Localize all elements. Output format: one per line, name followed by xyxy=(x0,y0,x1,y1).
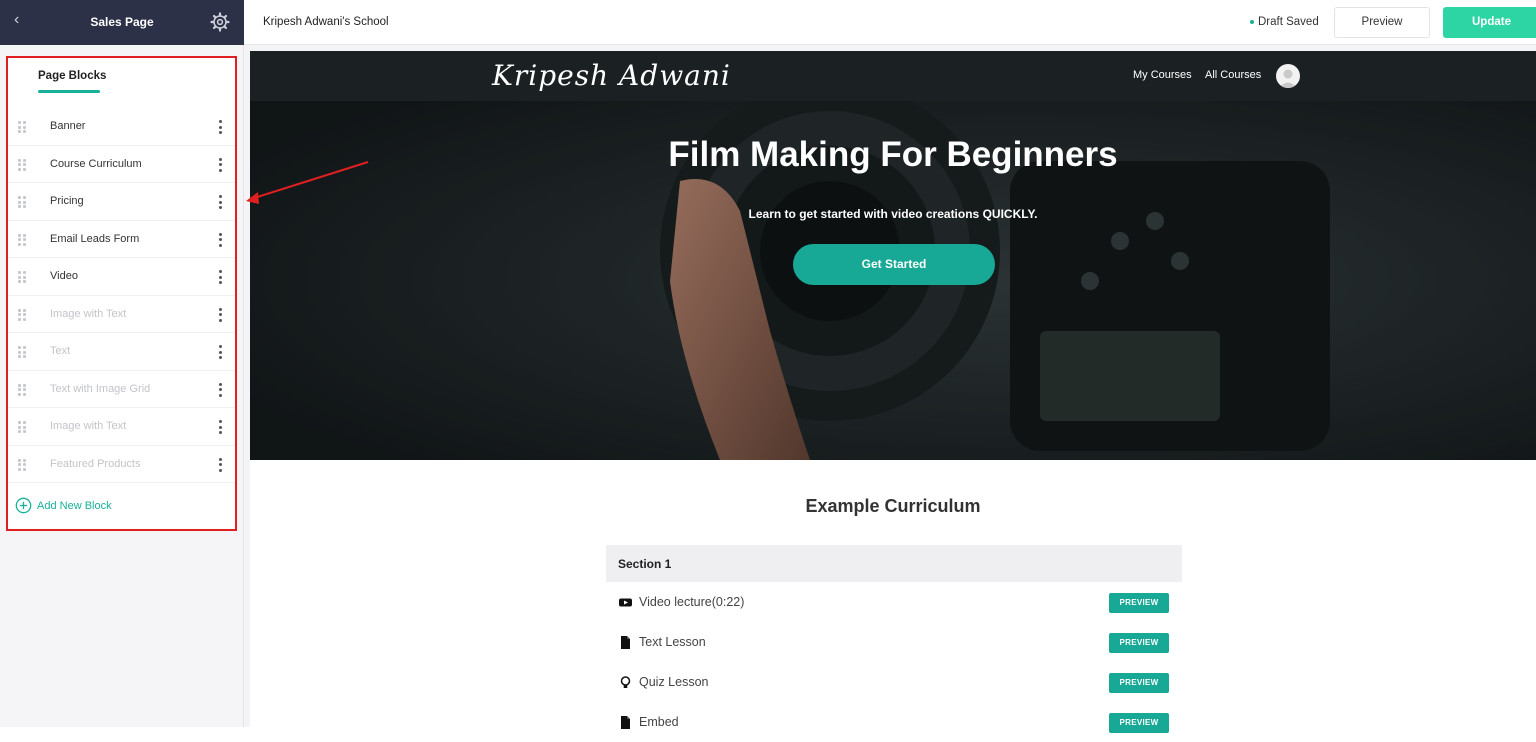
lesson-row[interactable]: Video lecture(0:22) PREVIEW xyxy=(606,582,1182,622)
drag-handle-icon[interactable] xyxy=(18,458,28,471)
lesson-title: Video lecture(0:22) xyxy=(639,595,745,609)
drag-handle-icon[interactable] xyxy=(18,346,28,358)
more-options-icon[interactable] xyxy=(216,307,226,323)
block-item[interactable]: Course Curriculum xyxy=(8,146,235,183)
block-item[interactable]: Image with Text xyxy=(8,408,235,446)
draft-status: Draft Saved xyxy=(1250,16,1319,28)
school-name: Kripesh Adwani's School xyxy=(263,16,389,28)
status-dot-icon xyxy=(1250,19,1254,24)
curriculum-title: Example Curriculum xyxy=(805,496,981,516)
section-header[interactable]: Section 1 xyxy=(606,545,1182,582)
block-item[interactable]: Image with Text xyxy=(8,296,235,333)
lesson-preview-button[interactable]: PREVIEW xyxy=(1109,633,1169,653)
block-item[interactable]: Text xyxy=(8,333,235,371)
top-bar: Kripesh Adwani's School Draft Saved Prev… xyxy=(244,0,1536,45)
update-button[interactable]: Update xyxy=(1443,7,1536,38)
hero-subtitle: Learn to get started with video creation… xyxy=(748,207,1038,221)
more-options-icon[interactable] xyxy=(216,457,226,473)
site-navbar: Kripesh Adwani My Courses All Courses xyxy=(250,51,1536,101)
sidebar-header: ‹ Sales Page xyxy=(0,0,244,45)
sidebar-title: Sales Page xyxy=(90,15,154,29)
lesson-row[interactable]: Text Lesson PREVIEW xyxy=(606,622,1182,662)
lesson-preview-button[interactable]: PREVIEW xyxy=(1109,593,1169,613)
block-item[interactable]: Pricing xyxy=(8,183,235,221)
drag-handle-icon[interactable] xyxy=(18,196,28,208)
more-options-icon[interactable] xyxy=(216,344,226,360)
draft-status-label: Draft Saved xyxy=(1258,16,1319,28)
more-options-icon[interactable] xyxy=(216,194,226,210)
block-item[interactable]: Video xyxy=(8,258,235,296)
block-item[interactable]: Email Leads Form xyxy=(8,221,235,258)
lightbulb-icon xyxy=(619,676,632,689)
block-label: Banner xyxy=(50,120,86,132)
more-options-icon[interactable] xyxy=(216,119,226,135)
block-label: Image with Text xyxy=(50,307,127,320)
more-options-icon[interactable] xyxy=(216,232,226,248)
blocks-list: Banner Course Curriculum Pricing Email Lead… xyxy=(8,108,235,483)
active-tab-indicator xyxy=(38,90,100,93)
curriculum-list: Section 1 Video lecture(0:22) PREVIEW Text… xyxy=(606,545,1182,742)
more-options-icon[interactable] xyxy=(216,382,226,398)
get-started-button[interactable]: Get Started xyxy=(793,244,995,285)
lesson-preview-button[interactable]: PREVIEW xyxy=(1109,713,1169,733)
sidebar: ‹ Sales Page Page Blocks Banner Course Cu… xyxy=(0,0,244,727)
document-icon xyxy=(619,636,632,649)
add-new-block-label: Add New Block xyxy=(37,500,112,512)
sales-page-preview: Kripesh Adwani My Courses All Courses Fi… xyxy=(250,51,1536,733)
block-label: Pricing xyxy=(50,195,84,207)
block-label: Text xyxy=(50,345,71,357)
page-blocks-panel: Page Blocks Banner Course Curriculum Prici… xyxy=(6,56,237,531)
block-item[interactable]: Featured Products xyxy=(8,446,235,483)
drag-handle-icon[interactable] xyxy=(18,421,28,433)
hero-title: Film Making For Beginners xyxy=(668,135,1118,174)
nav-link-all-courses[interactable]: All Courses xyxy=(1205,69,1261,81)
user-icon xyxy=(1279,69,1297,88)
lesson-title: Text Lesson xyxy=(639,635,706,649)
more-options-icon[interactable] xyxy=(216,157,226,173)
video-icon xyxy=(619,596,632,609)
block-label: Video xyxy=(50,270,78,282)
banner-section[interactable]: Kripesh Adwani My Courses All Courses Fi… xyxy=(250,51,1536,460)
drag-handle-icon[interactable] xyxy=(18,383,28,396)
tab-page-blocks[interactable]: Page Blocks xyxy=(38,70,106,82)
nav-link-my-courses[interactable]: My Courses xyxy=(1133,69,1192,81)
drag-handle-icon[interactable] xyxy=(18,233,28,246)
block-label: Image with Text xyxy=(50,420,127,432)
page-preview-canvas: Kripesh Adwani My Courses All Courses Fi… xyxy=(244,45,1536,733)
gear-icon[interactable] xyxy=(210,12,230,32)
block-label: Email Leads Form xyxy=(50,232,140,245)
more-options-icon[interactable] xyxy=(216,419,226,435)
more-options-icon[interactable] xyxy=(216,269,226,285)
block-label: Text with Image Grid xyxy=(50,382,151,395)
block-item[interactable]: Text with Image Grid xyxy=(8,371,235,408)
plus-circle-icon xyxy=(15,497,32,514)
block-label: Course Curriculum xyxy=(50,157,142,170)
site-logo[interactable]: Kripesh Adwani xyxy=(492,59,731,92)
preview-button[interactable]: Preview xyxy=(1334,7,1430,38)
block-label: Featured Products xyxy=(50,457,141,470)
drag-handle-icon[interactable] xyxy=(18,121,28,133)
drag-handle-icon[interactable] xyxy=(18,158,28,171)
lesson-title: Quiz Lesson xyxy=(639,675,709,689)
lesson-preview-button[interactable]: PREVIEW xyxy=(1109,673,1169,693)
document-icon xyxy=(619,716,632,729)
avatar[interactable] xyxy=(1276,64,1300,88)
block-item[interactable]: Banner xyxy=(8,108,235,146)
drag-handle-icon[interactable] xyxy=(18,308,28,321)
lessons-list: Video lecture(0:22) PREVIEW Text Lesson PRE… xyxy=(606,582,1182,742)
lesson-row[interactable]: Quiz Lesson PREVIEW xyxy=(606,662,1182,702)
drag-handle-icon[interactable] xyxy=(18,271,28,283)
lesson-row[interactable]: Embed PREVIEW xyxy=(606,702,1182,742)
